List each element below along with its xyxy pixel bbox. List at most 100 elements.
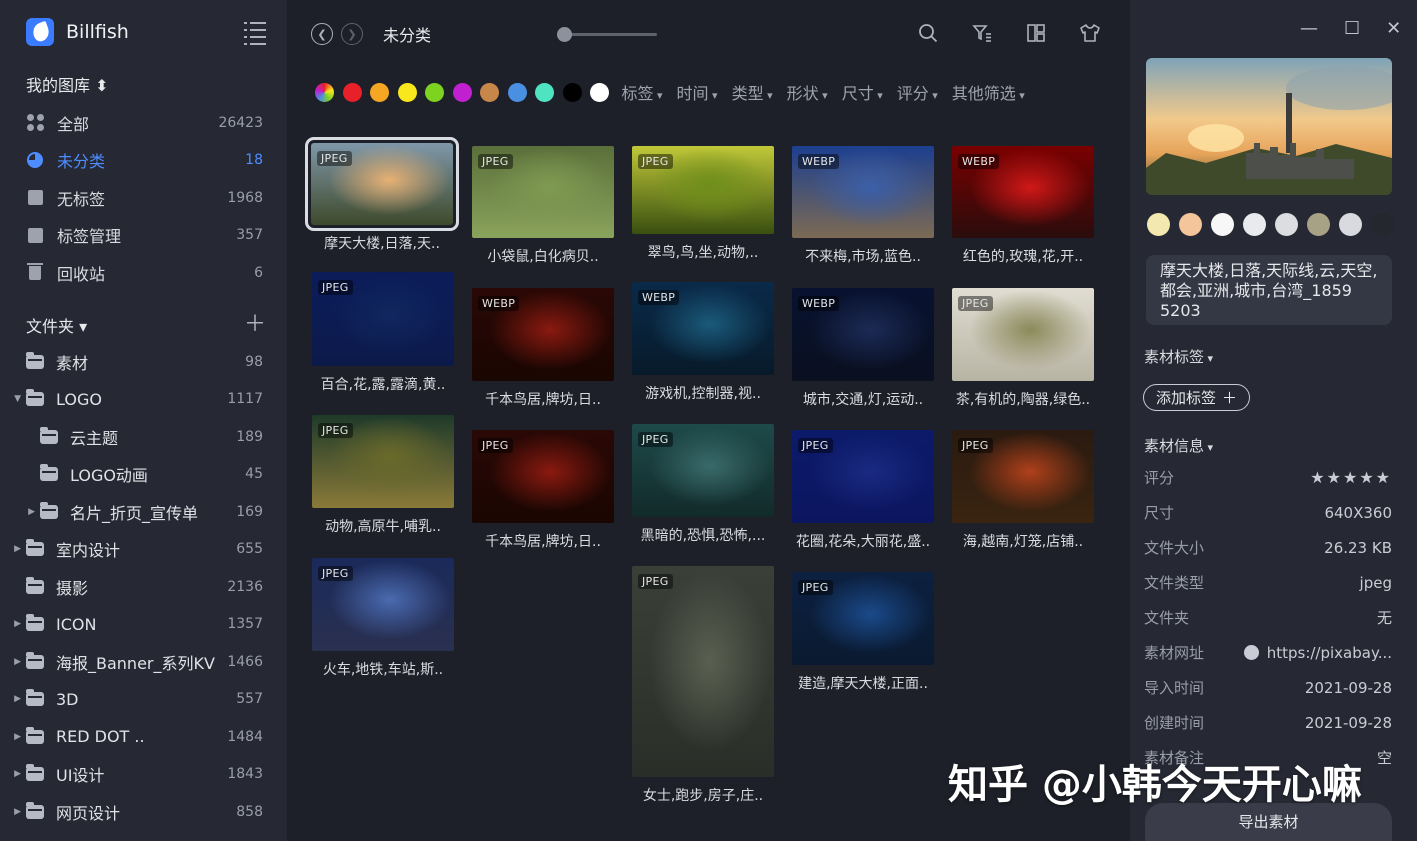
palette-color[interactable] xyxy=(1339,213,1362,236)
color-swatch[interactable] xyxy=(370,82,389,102)
expand-arrow-icon[interactable]: ▼ xyxy=(0,394,26,404)
info-value-wrap[interactable]: https://pixabay... xyxy=(1243,644,1392,662)
folder-item[interactable]: ▼ LOGO 1117 xyxy=(0,381,287,419)
asset-thumbnail[interactable]: JPEG xyxy=(792,572,934,665)
library-selector[interactable]: 我的图库 ⬍ xyxy=(26,72,109,96)
asset-thumbnail[interactable]: JPEG xyxy=(632,424,774,517)
asset-card[interactable]: WEBP 城市,交通,灯,运动.. xyxy=(792,288,934,409)
asset-card[interactable]: WEBP 不来梅,市场,蓝色.. xyxy=(792,146,934,266)
color-swatch[interactable] xyxy=(562,82,582,102)
filter-dropdown[interactable]: 形状 xyxy=(787,80,828,104)
folder-item[interactable]: LOGO动画 45 xyxy=(0,456,287,494)
all-colors-swatch[interactable] xyxy=(315,82,334,102)
asset-thumbnail[interactable]: JPEG xyxy=(472,430,614,523)
forward-icon[interactable]: ❯ xyxy=(341,23,363,45)
folder-item[interactable]: ▶ ICON 1357 xyxy=(0,606,287,644)
asset-thumbnail[interactable]: JPEG xyxy=(632,566,774,777)
color-swatch[interactable] xyxy=(480,82,499,102)
asset-thumbnail[interactable]: JPEG xyxy=(632,146,774,234)
expand-arrow-icon[interactable]: ▶ xyxy=(0,619,26,629)
color-swatch[interactable] xyxy=(535,82,554,102)
palette-color[interactable] xyxy=(1307,213,1330,236)
asset-card[interactable]: WEBP 千本鸟居,牌坊,日.. xyxy=(472,288,614,409)
nav-item[interactable]: 回收站 6 xyxy=(0,254,287,292)
folder-item[interactable]: ▶ 网页设计 858 xyxy=(0,793,287,831)
asset-thumbnail[interactable]: JPEG xyxy=(952,288,1094,381)
nav-item[interactable]: 全部 26423 xyxy=(0,104,287,142)
nav-item[interactable]: 未分类 18 xyxy=(0,142,287,180)
expand-arrow-icon[interactable]: ▶ xyxy=(0,807,26,817)
asset-card[interactable]: JPEG 摩天大楼,日落,天.. xyxy=(305,137,459,253)
layout-icon[interactable] xyxy=(1025,22,1047,44)
add-tag-button[interactable]: 添加标签 ＋ xyxy=(1143,384,1251,411)
filter-dropdown[interactable]: 评分 xyxy=(897,80,938,104)
folder-item[interactable]: 云主题 189 xyxy=(0,418,287,456)
expand-arrow-icon[interactable]: ▶ xyxy=(0,732,26,742)
asset-card[interactable]: JPEG 建造,摩天大楼,正面.. xyxy=(792,572,934,693)
asset-card[interactable]: JPEG 海,越南,灯笼,店铺.. xyxy=(952,430,1094,551)
asset-card[interactable]: JPEG 花圈,花朵,大丽花,盛.. xyxy=(792,430,934,551)
asset-thumbnail[interactable]: JPEG xyxy=(312,272,454,366)
folder-item[interactable]: ▶ 室内设计 655 xyxy=(0,531,287,569)
slider-knob[interactable] xyxy=(557,27,572,42)
folder-item[interactable]: 素材 98 xyxy=(0,343,287,381)
filter-dropdown[interactable]: 标签 xyxy=(622,80,663,104)
folder-item[interactable]: ▶ 名片_折页_宣传单 169 xyxy=(0,493,287,531)
add-folder-icon[interactable]: ＋ xyxy=(244,314,266,336)
palette-color[interactable] xyxy=(1371,213,1394,236)
filter-dropdown[interactable]: 时间 xyxy=(677,80,718,104)
palette-color[interactable] xyxy=(1211,213,1234,236)
asset-card[interactable]: JPEG 千本鸟居,牌坊,日.. xyxy=(472,430,614,551)
maximize-icon[interactable]: ☐ xyxy=(1344,18,1360,39)
asset-card[interactable]: JPEG 动物,高原牛,哺乳.. xyxy=(312,415,454,536)
palette-color[interactable] xyxy=(1243,213,1266,236)
asset-thumbnail[interactable]: JPEG xyxy=(312,558,454,651)
asset-card[interactable]: JPEG 女士,跑步,房子,庄.. xyxy=(632,566,774,805)
asset-thumbnail[interactable]: JPEG xyxy=(952,430,1094,523)
nav-item[interactable]: 无标签 1968 xyxy=(0,179,287,217)
tags-section-title[interactable]: 素材标签 xyxy=(1144,346,1213,367)
asset-thumbnail[interactable]: WEBP xyxy=(952,146,1094,238)
color-swatch[interactable] xyxy=(590,82,609,102)
minimize-icon[interactable]: — xyxy=(1300,18,1318,39)
asset-thumbnail[interactable]: WEBP xyxy=(792,146,934,238)
folder-item[interactable]: ▶ 3D 557 xyxy=(0,681,287,719)
asset-thumbnail[interactable]: WEBP xyxy=(472,288,614,381)
folder-item[interactable]: 摄影 2136 xyxy=(0,568,287,606)
asset-thumbnail[interactable]: JPEG xyxy=(312,415,454,508)
back-icon[interactable]: ❮ xyxy=(311,23,333,45)
asset-card[interactable]: WEBP 游戏机,控制器,视.. xyxy=(632,282,774,403)
color-swatch[interactable] xyxy=(342,82,362,102)
filter-dropdown[interactable]: 尺寸 xyxy=(842,80,883,104)
folder-header-label[interactable]: 文件夹 ▾ xyxy=(26,313,244,337)
skin-icon[interactable] xyxy=(1079,22,1101,44)
asset-thumbnail[interactable]: WEBP xyxy=(792,288,934,381)
expand-arrow-icon[interactable]: ▶ xyxy=(0,657,26,667)
filter-dropdown[interactable]: 其他筛选 xyxy=(952,80,1025,104)
folder-item[interactable]: ▶ RED DOT .. 1484 xyxy=(0,718,287,756)
asset-thumbnail[interactable]: JPEG xyxy=(792,430,934,523)
palette-color[interactable] xyxy=(1179,213,1202,236)
expand-arrow-icon[interactable]: ▶ xyxy=(0,544,26,554)
asset-thumbnail[interactable]: JPEG xyxy=(305,137,459,231)
filter-icon[interactable] xyxy=(971,22,993,44)
close-icon[interactable]: ✕ xyxy=(1386,18,1401,39)
expand-arrow-icon[interactable]: ▶ xyxy=(0,694,26,704)
asset-name-field[interactable]: 摩天大楼,日落,天际线,云,天空,都会,亚洲,城市,台湾_1859 5203 xyxy=(1146,255,1392,325)
asset-card[interactable]: WEBP 红色的,玫瑰,花,开.. xyxy=(952,146,1094,266)
asset-thumbnail[interactable]: WEBP xyxy=(632,282,774,375)
thumbnail-size-slider[interactable] xyxy=(557,27,657,42)
color-swatch[interactable] xyxy=(425,82,444,102)
color-swatch[interactable] xyxy=(507,82,527,102)
palette-color[interactable] xyxy=(1147,213,1170,236)
expand-arrow-icon[interactable]: ▶ xyxy=(0,769,26,779)
palette-color[interactable] xyxy=(1275,213,1298,236)
filter-dropdown[interactable]: 类型 xyxy=(732,80,773,104)
asset-card[interactable]: JPEG 翠鸟,鸟,坐,动物,.. xyxy=(632,146,774,262)
expand-arrow-icon[interactable]: ▶ xyxy=(0,507,40,517)
asset-card[interactable]: JPEG 火车,地铁,车站,斯.. xyxy=(312,558,454,679)
asset-thumbnail[interactable]: JPEG xyxy=(472,146,614,238)
color-swatch[interactable] xyxy=(452,82,472,102)
folder-item[interactable]: ▶ 海报_Banner_系列KV 1466 xyxy=(0,643,287,681)
list-menu-icon[interactable] xyxy=(244,22,266,45)
